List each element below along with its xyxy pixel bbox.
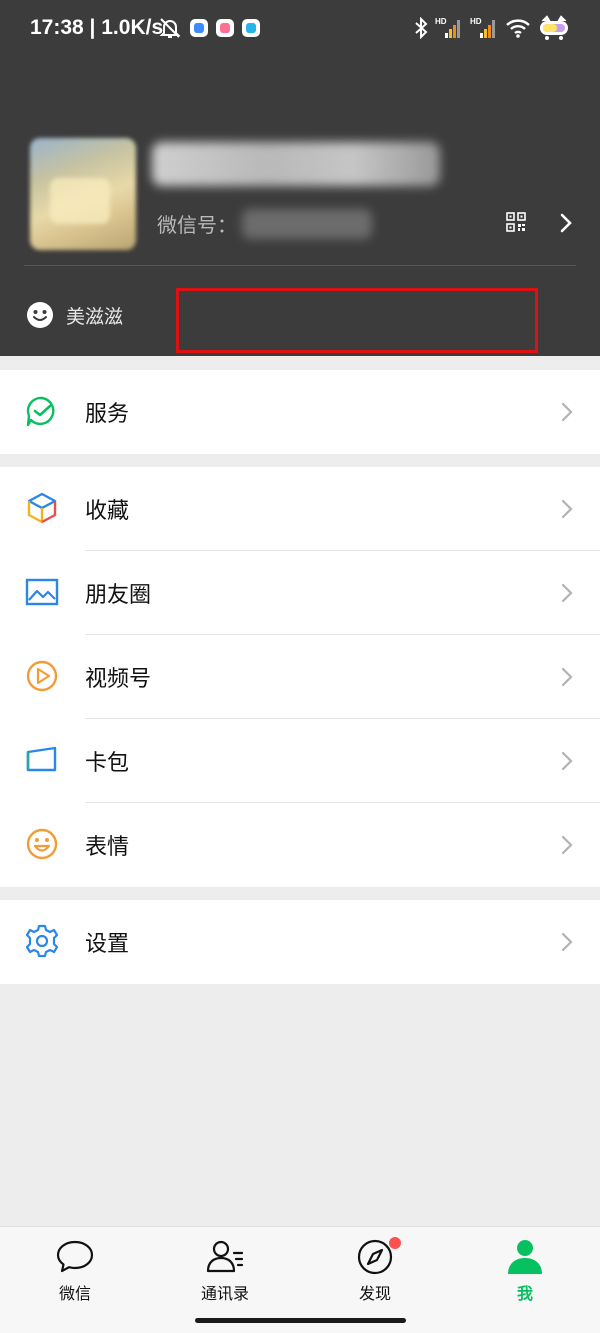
- settings-gear-icon: [25, 924, 59, 958]
- home-indicator[interactable]: [195, 1318, 406, 1323]
- menu-item-stickers[interactable]: 表情: [0, 803, 600, 887]
- chevron-right-icon: [561, 402, 573, 422]
- wifi-icon: [506, 19, 530, 38]
- profile-header: 17:38 | 1.0K/s HD HD 微信号： 美滋滋: [0, 0, 600, 356]
- bluetooth-icon: [415, 17, 428, 39]
- chevron-right-icon: [561, 835, 573, 855]
- chat-bubble-icon: [56, 1240, 94, 1273]
- card-wallet-icon: [26, 746, 57, 772]
- chevron-right-icon: [561, 932, 573, 952]
- signal-hd-1-icon: HD: [435, 17, 460, 38]
- status-button[interactable]: 美滋滋: [26, 299, 123, 331]
- tab-discover[interactable]: 发现: [300, 1227, 450, 1307]
- chevron-right-icon: [561, 751, 573, 771]
- menu-group-settings: 设置: [0, 900, 600, 984]
- menu-item-label: 服务: [85, 402, 130, 427]
- menu-item-label: 朋友圈: [85, 583, 152, 608]
- menu-item-label: 视频号: [85, 667, 152, 692]
- menu-item-settings[interactable]: 设置: [0, 900, 600, 984]
- status-left-icons: [158, 15, 260, 41]
- menu-item-channels[interactable]: 视频号: [0, 635, 600, 719]
- status-time: 17:38 | 1.0K/s: [30, 16, 164, 39]
- menu-item-card-wallet[interactable]: 卡包: [0, 719, 600, 803]
- contacts-icon: [206, 1240, 244, 1273]
- tab-contacts[interactable]: 通讯录: [150, 1227, 300, 1307]
- menu-item-moments[interactable]: 朋友圈: [0, 551, 600, 635]
- wechat-id-label: 微信号：: [157, 213, 237, 237]
- sticker-smile-icon: [26, 828, 58, 860]
- mute-bell-icon: [159, 18, 181, 38]
- discover-badge-dot: [389, 1237, 401, 1249]
- profile-chevron-right-icon[interactable]: [556, 212, 576, 234]
- menu-item-label: 表情: [85, 835, 130, 860]
- signal-hd-2-icon: HD: [470, 17, 495, 38]
- qr-code-icon[interactable]: [506, 212, 526, 232]
- channels-play-icon: [26, 660, 58, 692]
- chevron-right-icon: [561, 583, 573, 603]
- moments-photo-icon: [25, 578, 59, 606]
- app-blue-icon: [190, 19, 208, 37]
- app-cyan-icon: [242, 19, 260, 37]
- menu-item-label: 卡包: [85, 751, 130, 776]
- status-bar: 17:38 | 1.0K/s HD HD: [0, 0, 600, 56]
- favorites-cube-icon: [27, 492, 57, 524]
- bottom-tab-bar: 微信 通讯录 发现 我: [0, 1226, 600, 1333]
- highlight-box: [176, 288, 538, 353]
- chevron-right-icon: [561, 499, 573, 519]
- menu-group-main: 收藏 朋友圈 视频号 卡包 表情: [0, 467, 600, 887]
- status-smile-icon: [27, 302, 53, 328]
- status-right-icons: HD HD: [414, 14, 570, 42]
- tab-label: 我: [516, 1284, 533, 1303]
- tab-chats[interactable]: 微信: [0, 1227, 150, 1307]
- chevron-right-icon: [561, 667, 573, 687]
- menu-item-label: 收藏: [85, 499, 130, 524]
- tab-me[interactable]: 我: [450, 1227, 600, 1307]
- avatar[interactable]: [30, 138, 136, 250]
- service-icon: [26, 396, 55, 427]
- svg-text:HD: HD: [435, 17, 447, 26]
- menu-item-favorites[interactable]: 收藏: [0, 467, 600, 551]
- tab-label: 微信: [58, 1284, 91, 1303]
- tab-label: 发现: [358, 1284, 391, 1303]
- app-pink-icon: [216, 19, 234, 37]
- wechat-id-blurred: [242, 209, 372, 239]
- menu-item-services[interactable]: 服务: [0, 370, 600, 454]
- svg-text:HD: HD: [470, 17, 482, 26]
- menu-group-services: 服务: [0, 370, 600, 454]
- tab-label: 通讯录: [200, 1284, 249, 1303]
- status-text: 美滋滋: [66, 305, 124, 328]
- nickname-blurred: [152, 142, 440, 186]
- menu-item-label: 设置: [85, 932, 130, 957]
- header-divider: [24, 265, 576, 266]
- me-person-icon: [508, 1240, 542, 1274]
- battery-icon: [540, 15, 568, 40]
